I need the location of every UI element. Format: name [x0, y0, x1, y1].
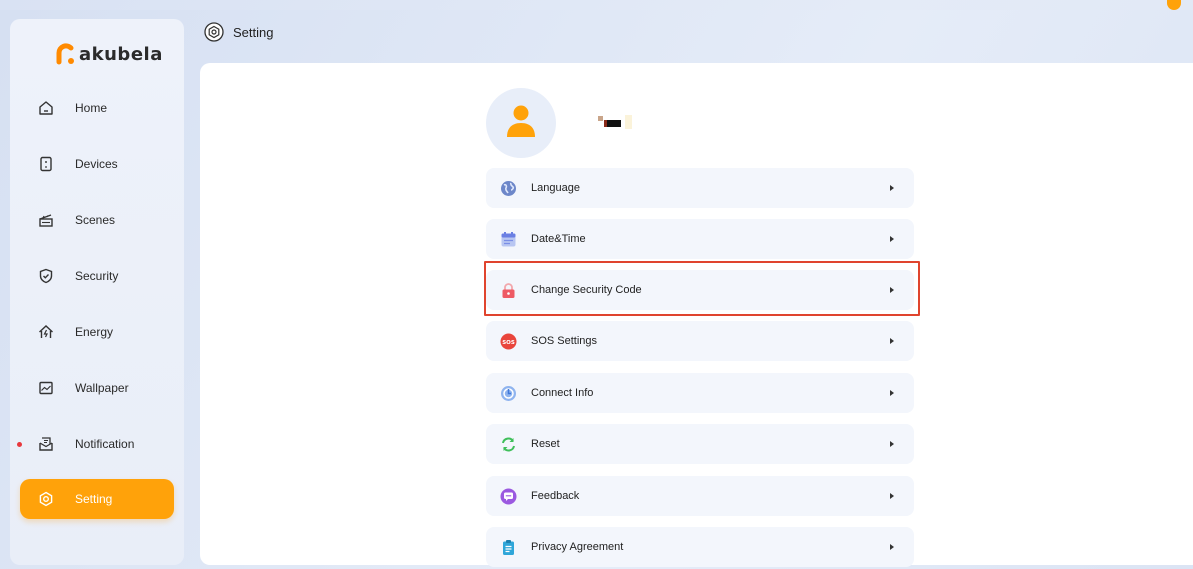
- menu-label-sos-settings: SOS Settings: [531, 335, 598, 347]
- nav-item-notification[interactable]: Notification: [17, 424, 174, 464]
- username-redacted: [598, 115, 632, 129]
- nav-item-setting[interactable]: Setting: [20, 479, 174, 519]
- nav-label-scenes: Scenes: [75, 213, 116, 227]
- page-title: Setting: [233, 25, 274, 40]
- profile-avatar[interactable]: [486, 88, 556, 158]
- page-header: Setting: [200, 12, 1193, 62]
- sidebar: akubela Home Devices Scenes Security Ene…: [10, 19, 184, 565]
- globe-icon: [499, 179, 517, 197]
- chevron-right-icon: [890, 338, 894, 344]
- reset-arrows-icon: [499, 435, 517, 453]
- menu-label-connect-info: Connect Info: [531, 387, 594, 399]
- menu-label-language: Language: [531, 182, 580, 194]
- chevron-right-icon: [890, 441, 894, 447]
- menu-label-date-time: Date&Time: [531, 233, 586, 245]
- sos-icon: SOS: [499, 332, 517, 350]
- envelope-icon: [37, 435, 55, 453]
- shield-icon: [37, 267, 55, 285]
- menu-item-sos-settings[interactable]: SOS SOS Settings: [486, 321, 914, 361]
- menu-item-change-security-code[interactable]: Change Security Code: [486, 270, 914, 310]
- app-logo: akubela: [54, 41, 163, 67]
- menu-label-privacy-agreement: Privacy Agreement: [531, 541, 624, 553]
- nav-item-home[interactable]: Home: [20, 88, 174, 128]
- nav-item-energy[interactable]: Energy: [20, 312, 174, 352]
- svg-text:SOS: SOS: [502, 339, 515, 345]
- menu-label-feedback: Feedback: [531, 490, 580, 502]
- chevron-right-icon: [890, 493, 894, 499]
- nav-label-notification: Notification: [75, 437, 135, 451]
- device-panel-icon: [37, 155, 55, 173]
- menu-item-connect-info[interactable]: Connect Info: [486, 373, 914, 413]
- nav-label-energy: Energy: [75, 325, 114, 339]
- menu-item-feedback[interactable]: Feedback: [486, 476, 914, 516]
- chevron-right-icon: [890, 544, 894, 550]
- feedback-chat-icon: [499, 487, 517, 505]
- lock-icon: [499, 281, 517, 299]
- menu-item-privacy-agreement[interactable]: Privacy Agreement: [486, 527, 914, 567]
- connect-icon: [499, 384, 517, 402]
- menu-item-date-time[interactable]: Date&Time: [486, 219, 914, 259]
- menu-label-reset: Reset: [531, 438, 560, 450]
- unread-dot: [17, 442, 22, 447]
- setting-gear-icon: [204, 22, 224, 42]
- nav-label-setting: Setting: [75, 492, 113, 506]
- menu-label-change-security-code: Change Security Code: [531, 284, 642, 296]
- nav-label-wallpaper: Wallpaper: [75, 381, 129, 395]
- corner-indicator: [1167, 0, 1181, 10]
- chevron-right-icon: [890, 236, 894, 242]
- nav-label-security: Security: [75, 269, 119, 283]
- app-name: akubela: [79, 43, 163, 65]
- calendar-icon: [499, 230, 517, 248]
- nav-item-security[interactable]: Security: [20, 256, 174, 296]
- nav-label-home: Home: [75, 101, 108, 115]
- settings-panel: Language Date&Time Change Security Code …: [200, 63, 1193, 567]
- menu-item-language[interactable]: Language: [486, 168, 914, 208]
- setting-gear-icon: [37, 490, 55, 508]
- user-avatar-icon: [504, 103, 538, 144]
- chevron-right-icon: [890, 287, 894, 293]
- nav-item-devices[interactable]: Devices: [20, 144, 174, 184]
- clipboard-icon: [499, 538, 517, 556]
- akubela-logo-icon: [54, 43, 76, 65]
- home-icon: [37, 99, 55, 117]
- energy-house-icon: [37, 323, 55, 341]
- clapperboard-icon: [37, 211, 55, 229]
- chevron-right-icon: [890, 185, 894, 191]
- picture-icon: [37, 379, 55, 397]
- nav-item-wallpaper[interactable]: Wallpaper: [20, 368, 174, 408]
- nav-label-devices: Devices: [75, 157, 118, 171]
- menu-item-reset[interactable]: Reset: [486, 424, 914, 464]
- chevron-right-icon: [890, 390, 894, 396]
- nav-item-scenes[interactable]: Scenes: [20, 200, 174, 240]
